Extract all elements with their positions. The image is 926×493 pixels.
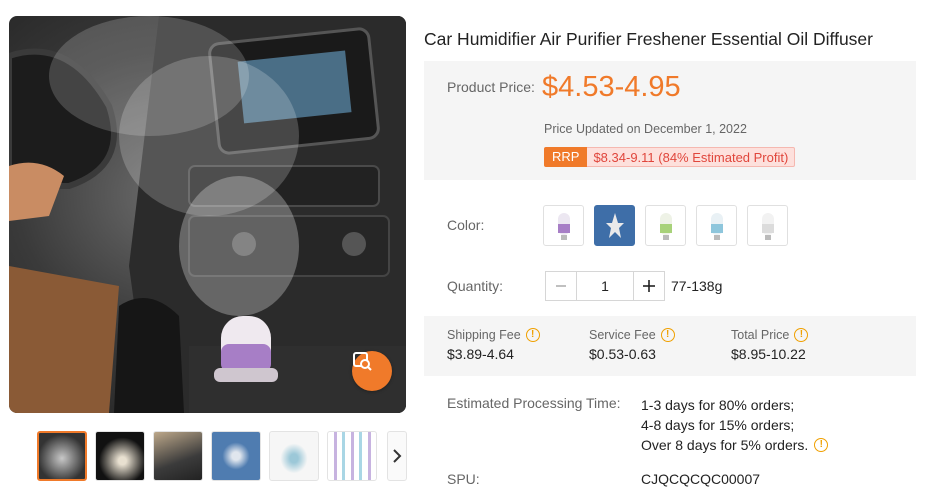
- price-panel: Product Price: $4.53-4.95 Price Updated …: [424, 61, 916, 180]
- total-price-label: Total Price: [731, 328, 790, 342]
- quantity-stepper: [545, 271, 665, 301]
- service-fee: Service Fee! $0.53-0.63: [589, 328, 675, 362]
- minus-icon: [556, 285, 566, 287]
- thumbnail-strip: [37, 431, 377, 481]
- rrp-tag: RRP: [544, 147, 588, 167]
- product-title: Car Humidifier Air Purifier Freshener Es…: [424, 29, 873, 49]
- spu-label: SPU:: [447, 471, 480, 487]
- main-product-image[interactable]: [9, 16, 406, 413]
- processing-time-label: Estimated Processing Time:: [447, 395, 621, 411]
- image-search-button[interactable]: [352, 351, 392, 391]
- quantity-row: Quantity: 77-138g: [424, 271, 916, 301]
- product-photo: [9, 16, 406, 413]
- price-label: Product Price:: [447, 79, 535, 95]
- thumbnail-3[interactable]: [153, 431, 203, 481]
- total-price: Total Price! $8.95-10.22: [731, 328, 809, 362]
- rrp-badge: RRP $8.34-9.11 (84% Estimated Profit): [544, 147, 796, 167]
- shipping-fee-value: $3.89-4.64: [447, 346, 514, 362]
- thumbnail-4[interactable]: [211, 431, 261, 481]
- shipping-fee-label: Shipping Fee: [447, 328, 521, 342]
- plus-icon: [643, 280, 655, 292]
- product-weight: 77-138g: [671, 278, 723, 294]
- processing-line: 4-8 days for 15% orders;: [641, 417, 795, 433]
- color-option-purple[interactable]: [543, 205, 584, 246]
- color-option-blue[interactable]: [594, 205, 635, 246]
- thumbnail-next-button[interactable]: [387, 431, 407, 481]
- thumbnail-6[interactable]: [327, 431, 377, 481]
- spu-value: CJQCQCQC00007: [641, 471, 761, 487]
- price-updated-text: Price Updated on December 1, 2022: [544, 122, 747, 136]
- rrp-value: $8.34-9.11 (84% Estimated Profit): [587, 147, 796, 167]
- fee-panel: Shipping Fee! $3.89-4.64 Service Fee! $0…: [424, 316, 916, 376]
- color-option-white[interactable]: [747, 205, 788, 246]
- color-option-light-blue[interactable]: [696, 205, 737, 246]
- color-option-green[interactable]: [645, 205, 686, 246]
- product-price: $4.53-4.95: [542, 71, 681, 103]
- processing-line-text: Over 8 days for 5% orders.: [641, 437, 809, 453]
- processing-line-last: Over 8 days for 5% orders. !: [641, 435, 829, 455]
- processing-line: 1-3 days for 80% orders;: [641, 397, 795, 413]
- processing-time-list: 1-3 days for 80% orders; 4-8 days for 15…: [641, 395, 829, 455]
- info-icon[interactable]: !: [660, 328, 675, 342]
- thumbnail-2[interactable]: [95, 431, 145, 481]
- quantity-increase-button[interactable]: [634, 272, 664, 300]
- service-fee-value: $0.53-0.63: [589, 346, 656, 362]
- service-fee-label: Service Fee: [589, 328, 656, 342]
- info-icon[interactable]: !: [525, 328, 540, 342]
- shipping-fee: Shipping Fee! $3.89-4.64: [447, 328, 540, 362]
- quantity-label: Quantity:: [447, 278, 504, 294]
- quantity-input[interactable]: [576, 272, 634, 300]
- total-price-value: $8.95-10.22: [731, 346, 806, 362]
- info-icon[interactable]: !: [814, 438, 829, 452]
- color-label: Color:: [447, 217, 485, 233]
- color-selector: Color:: [424, 205, 916, 247]
- chevron-right-icon: [393, 449, 402, 463]
- quantity-decrease-button[interactable]: [546, 272, 576, 300]
- info-icon[interactable]: !: [794, 328, 809, 342]
- thumbnail-1[interactable]: [37, 431, 87, 481]
- thumbnail-5[interactable]: [269, 431, 319, 481]
- image-search-icon: [353, 352, 372, 371]
